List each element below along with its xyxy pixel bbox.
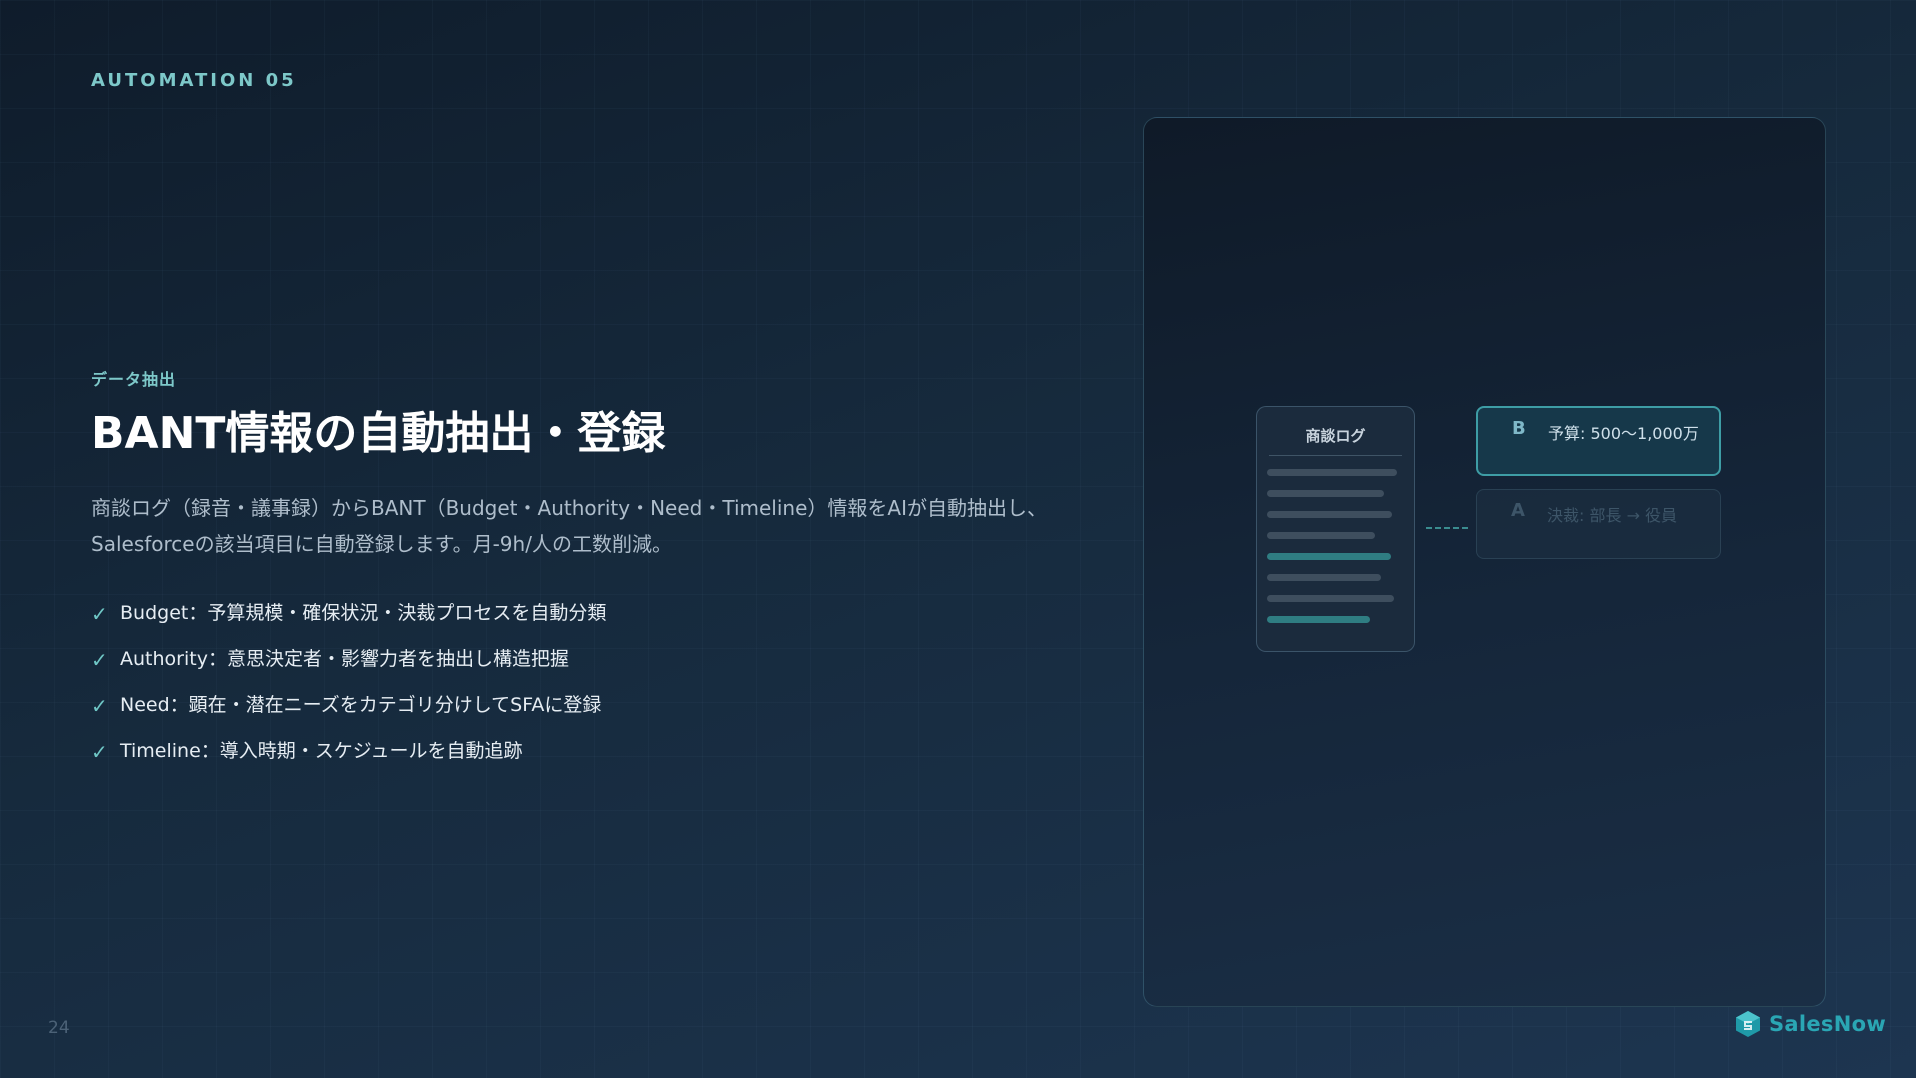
list-item-text: Budget：予算規模・確保状況・決裁プロセスを自動分類 [120,601,607,624]
page-description: 商談ログ（録音・議事録）からBANT（Budget・Authority・Need… [91,496,1047,556]
card-text: 予算: 500〜1,000万 [1548,424,1699,443]
list-item: ✓ Timeline：導入時期・スケジュールを自動追跡 [91,726,606,772]
extraction-connector [1426,527,1468,529]
check-icon: ✓ [91,740,108,764]
check-icon: ✓ [91,648,108,672]
card-text: 決裁: 部長 → 役員 [1547,506,1678,525]
document-text-line [1267,469,1397,476]
document-highlight-line [1267,616,1370,623]
brand-logo: SalesNow [1735,1010,1886,1038]
document-text-line [1267,490,1384,497]
document-divider [1269,455,1402,456]
document-text-line [1267,574,1381,581]
bant-card-budget: B 予算: 500〜1,000万 [1476,406,1721,476]
card-letter: A [1511,500,1525,521]
list-item: ✓ Need：顕在・潜在ニーズをカテゴリ分けしてSFAに登録 [91,680,606,726]
brand-name: SalesNow [1769,1012,1887,1036]
list-item-text: Timeline：導入時期・スケジュールを自動追跡 [120,739,523,762]
page-title: BANT情報の自動抽出・登録 [91,408,666,459]
section-kicker: データ抽出 [91,370,177,389]
document-highlight-line [1267,553,1391,560]
list-item-text: Authority：意思決定者・影響力者を抽出し構造把握 [120,647,569,670]
feature-list: ✓ Budget：予算規模・確保状況・決裁プロセスを自動分類 ✓ Authori… [91,588,606,772]
salesnow-logo-icon [1736,1011,1760,1037]
list-item: ✓ Authority：意思決定者・影響力者を抽出し構造把握 [91,634,606,680]
illustration-panel [1143,117,1826,1007]
check-icon: ✓ [91,694,108,718]
list-item-text: Need：顕在・潜在ニーズをカテゴリ分けしてSFAに登録 [120,693,602,716]
card-letter: B [1512,418,1526,439]
document-text-line [1267,595,1394,602]
document-text-line [1267,511,1392,518]
page-number: 24 [48,1018,70,1038]
list-item: ✓ Budget：予算規模・確保状況・決裁プロセスを自動分類 [91,588,606,634]
bant-card-authority: A 決裁: 部長 → 役員 [1476,489,1721,559]
section-eyebrow: AUTOMATION 05 [91,70,297,91]
document-title: 商談ログ [1305,427,1366,445]
document-card: 商談ログ [1256,406,1415,652]
document-text-line [1267,532,1375,539]
check-icon: ✓ [91,602,108,626]
